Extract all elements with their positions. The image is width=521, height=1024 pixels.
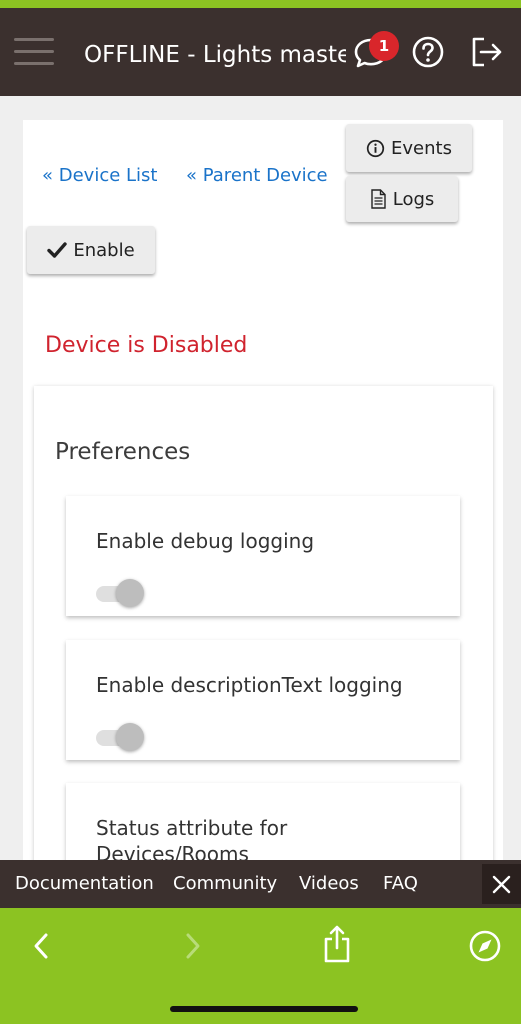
- parent-device-link[interactable]: « Parent Device: [186, 164, 328, 188]
- pref-label: Enable descriptionText logging: [96, 673, 403, 697]
- notification-badge[interactable]: 1: [369, 31, 399, 61]
- videos-link[interactable]: Videos: [299, 872, 359, 896]
- home-indicator: [170, 1006, 358, 1012]
- menu-icon[interactable]: [14, 36, 54, 68]
- events-button[interactable]: Events: [346, 124, 472, 172]
- back-arrow-icon[interactable]: [26, 928, 58, 964]
- faq-link[interactable]: FAQ: [383, 872, 418, 896]
- checkmark-icon: [47, 242, 68, 258]
- logs-button-label: Logs: [392, 188, 435, 210]
- app-header: OFFLINE - Lights maste 1: [0, 8, 521, 96]
- enable-button-label: Enable: [73, 239, 135, 261]
- help-icon[interactable]: [408, 32, 448, 72]
- footer-links-bar: Documentation Community Videos FAQ: [0, 860, 521, 908]
- device-disabled-message: Device is Disabled: [45, 333, 248, 358]
- pref-debug-logging: Enable debug logging: [66, 496, 460, 616]
- main-content[interactable]: « Device List « Parent Device Events Log…: [0, 96, 521, 860]
- description-text-logging-toggle[interactable]: [96, 722, 146, 752]
- info-icon: [366, 139, 385, 157]
- device-list-link[interactable]: « Device List: [42, 164, 157, 188]
- compass-icon[interactable]: [467, 928, 503, 964]
- debug-logging-toggle[interactable]: [96, 578, 146, 608]
- events-button-label: Events: [391, 137, 452, 159]
- pref-description-text-logging: Enable descriptionText logging: [66, 640, 460, 760]
- logs-button[interactable]: Logs: [346, 176, 458, 222]
- pref-status-attribute: Status attribute for Devices/Rooms: [66, 783, 460, 860]
- preferences-title: Preferences: [55, 439, 191, 465]
- device-panel: « Device List « Parent Device Events Log…: [23, 120, 503, 860]
- pref-label: Status attribute for Devices/Rooms: [96, 816, 288, 860]
- logout-icon[interactable]: [467, 32, 507, 72]
- documentation-link[interactable]: Documentation: [15, 872, 154, 896]
- forward-arrow-icon[interactable]: [176, 928, 208, 964]
- enable-button[interactable]: Enable: [27, 226, 155, 274]
- close-icon[interactable]: [482, 864, 521, 904]
- share-icon[interactable]: [320, 924, 354, 964]
- document-icon: [371, 189, 386, 209]
- pref-label: Enable debug logging: [96, 529, 315, 553]
- page-title: OFFLINE - Lights maste: [84, 42, 346, 68]
- community-link[interactable]: Community: [173, 872, 277, 896]
- preferences-card: Preferences Enable debug logging Enable …: [34, 386, 493, 860]
- top-accent-bar: [0, 0, 521, 8]
